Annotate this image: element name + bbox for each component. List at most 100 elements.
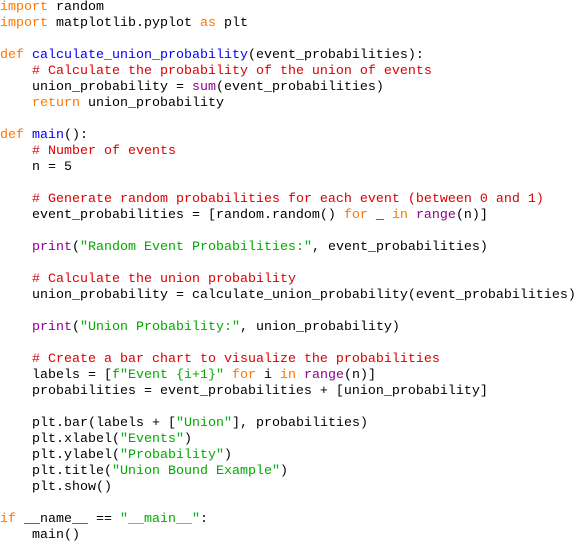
string-token: "Union Probability:" (80, 320, 240, 335)
code-text: union_probability = calculate_union_prob… (0, 288, 576, 303)
code-text: (event_probabilities) (215, 80, 384, 95)
string-token: f"Event {i+1}" (111, 368, 224, 383)
code-line: n = 5 (0, 160, 580, 176)
keyword-token: in (279, 368, 296, 383)
code-text: plt.ylabel( (0, 448, 120, 463)
keyword-token: def (0, 48, 24, 63)
code-text: labels = [ (0, 368, 112, 383)
keyword-token: if (0, 512, 16, 527)
code-text: plt.xlabel( (0, 432, 120, 447)
code-text: event_probabilities = [random.random() (0, 208, 344, 223)
string-token: "Probability" (119, 448, 224, 463)
code-line: plt.show() (0, 480, 580, 496)
code-line: import random (0, 0, 580, 16)
code-text: plt.bar(labels + [ (0, 416, 176, 431)
code-line: import matplotlib.pyplot as plt (0, 16, 580, 32)
string-token: "Union Bound Example" (111, 464, 280, 479)
code-text: (n)] (343, 368, 376, 383)
code-line: union_probability = calculate_union_prob… (0, 288, 580, 304)
code-line: # Number of events (0, 144, 580, 160)
code-line: probabilities = event_probabilities + [u… (0, 384, 580, 400)
code-text: random (48, 0, 104, 15)
code-text: ) (279, 464, 288, 479)
code-line: return union_probability (0, 96, 580, 112)
code-line: union_probability = sum(event_probabilit… (0, 80, 580, 96)
code-text: union_probability (80, 96, 224, 111)
builtin-token: range (415, 208, 456, 223)
code-line: event_probabilities = [random.random() f… (0, 208, 580, 224)
code-text: plt (215, 16, 248, 31)
comment-token: # Generate random probabilities for each… (32, 192, 544, 207)
keyword-token: return (32, 96, 80, 111)
code-line: plt.ylabel("Probability") (0, 448, 580, 464)
code-text: , event_probabilities) (311, 240, 488, 255)
keyword-token: for (231, 368, 256, 383)
builtin-token: range (303, 368, 344, 383)
builtin-token: print (32, 240, 72, 255)
code-line: # Calculate the probability of the union… (0, 64, 580, 80)
code-text: ( (72, 320, 80, 335)
code-text: plt.show() (0, 480, 112, 495)
code-line: plt.title("Union Bound Example") (0, 464, 580, 480)
keyword-token: for (343, 208, 368, 223)
string-token: "Random Event Probabilities:" (80, 240, 312, 255)
code-text: n = 5 (0, 160, 72, 175)
code-text: __name__ == (16, 512, 120, 527)
code-text: ( (72, 240, 80, 255)
code-text: _ (367, 208, 392, 223)
code-text: union_probability = (0, 80, 192, 95)
comment-token: # Number of events (32, 144, 176, 159)
code-text: main() (0, 528, 80, 543)
builtin-token: print (32, 320, 72, 335)
code-text: i (255, 368, 280, 383)
keyword-token: def (0, 128, 24, 143)
code-line: def calculate_union_probability(event_pr… (0, 48, 580, 64)
code-text: matplotlib.pyplot (48, 16, 200, 31)
code-text: (n)] (455, 208, 488, 223)
comment-token: # Create a bar chart to visualize the pr… (32, 352, 440, 367)
function-name-token: main (32, 128, 64, 143)
code-line: plt.xlabel("Events") (0, 432, 580, 448)
string-token: "Union" (175, 416, 232, 431)
comment-token: # Calculate the union probability (32, 272, 296, 287)
keyword-token: import (0, 0, 48, 15)
code-line: if __name__ == "__main__": (0, 512, 580, 528)
code-text: , union_probability) (239, 320, 400, 335)
code-text: ) (223, 448, 232, 463)
code-line: # Calculate the union probability (0, 272, 580, 288)
comment-token: # Calculate the probability of the union… (32, 64, 432, 79)
code-text: probabilities = event_probabilities + [u… (0, 384, 488, 399)
code-line: main() (0, 528, 580, 544)
code-text: ) (183, 432, 192, 447)
code-line: def main(): (0, 128, 580, 144)
code-line: labels = [f"Event {i+1}" for i in range(… (0, 368, 580, 384)
code-line: plt.bar(labels + ["Union"], probabilitie… (0, 416, 580, 432)
code-text: ], probabilities) (231, 416, 368, 431)
keyword-token: as (199, 16, 216, 31)
code-line: print("Random Event Probabilities:", eve… (0, 240, 580, 256)
builtin-token: sum (191, 80, 216, 95)
code-text: (): (64, 128, 88, 143)
code-editor[interactable]: import random import matplotlib.pyplot as… (0, 0, 580, 544)
code-line: # Create a bar chart to visualize the pr… (0, 352, 580, 368)
string-token: "Events" (119, 432, 184, 447)
